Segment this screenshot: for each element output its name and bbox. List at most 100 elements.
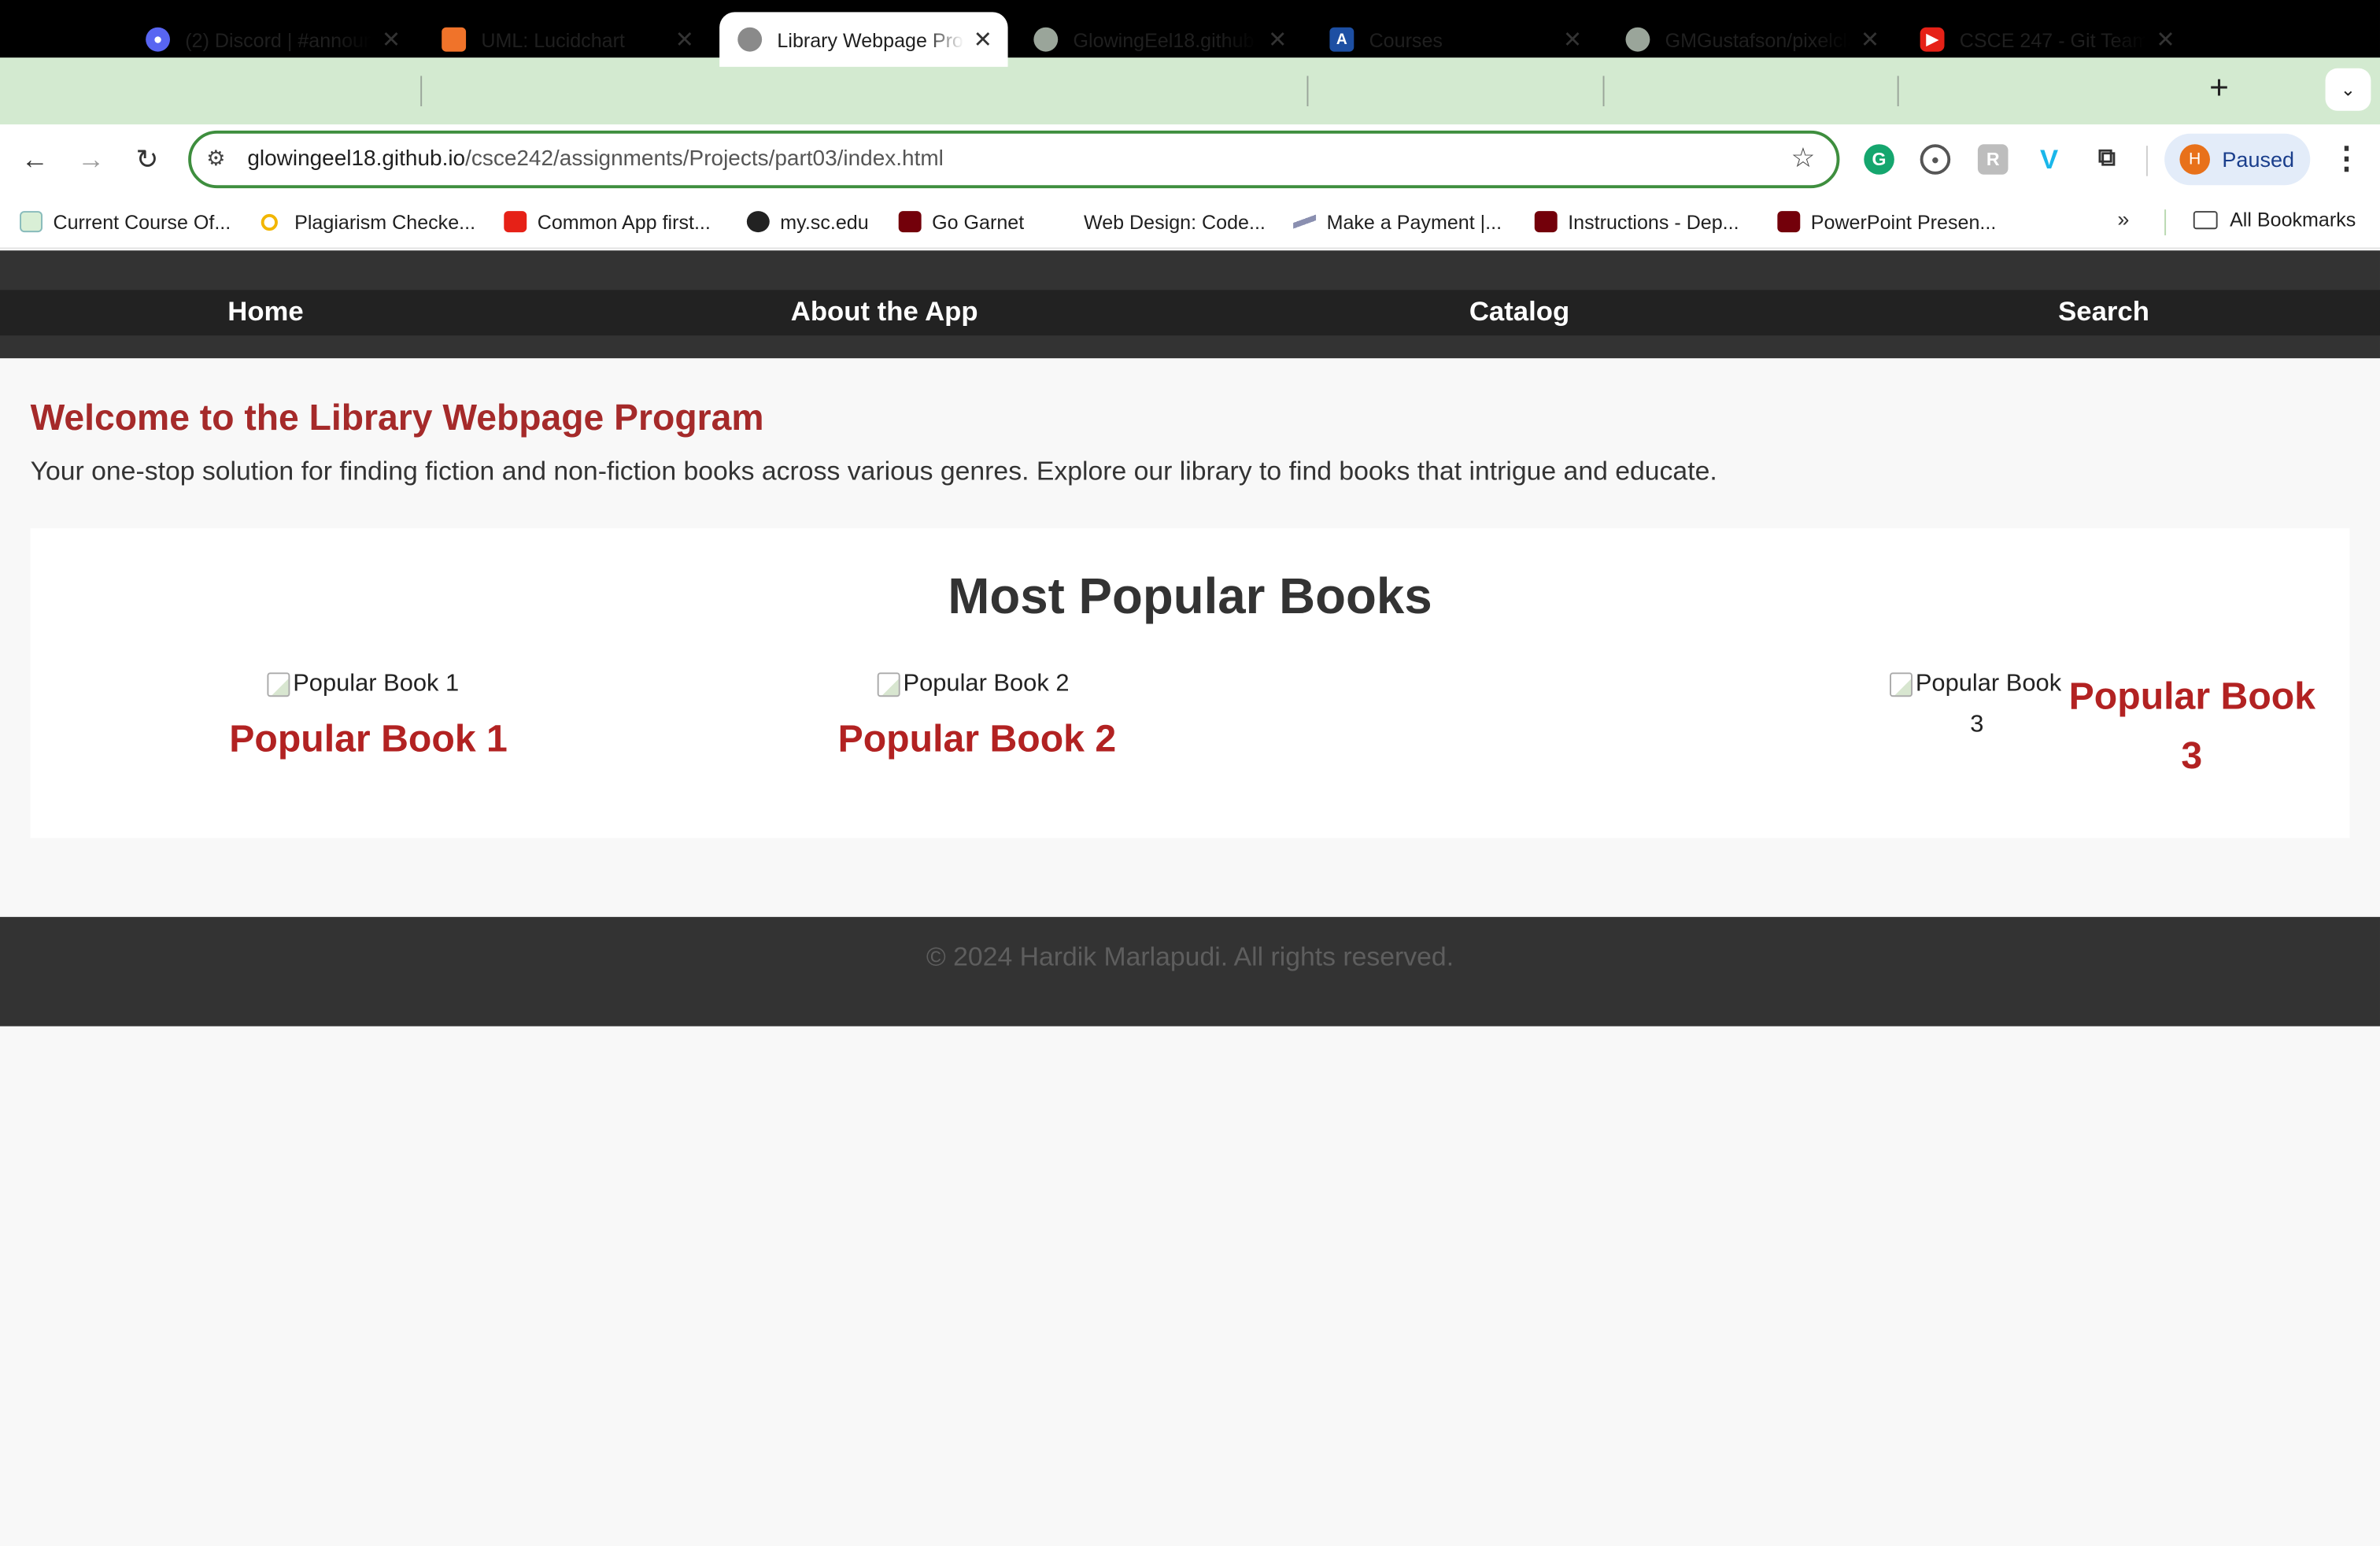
tab-separator (1306, 76, 1309, 106)
bookmarks-bar: Current Course Of... Plagiarism Checke..… (0, 194, 2380, 250)
close-icon[interactable]: ✕ (1266, 26, 1288, 54)
bookmark-label: Web Design: Code... (1083, 210, 1266, 234)
profile-status: Paused (2222, 147, 2295, 172)
reload-icon[interactable]: ↻ (128, 139, 167, 179)
avatar: H (2179, 144, 2210, 175)
kebab-menu-icon[interactable]: ⋮ (2331, 139, 2362, 179)
bookmark-my-sc-edu[interactable]: my.sc.edu (746, 208, 869, 235)
bookmark-web-design[interactable]: Web Design: Code... (1084, 208, 1266, 235)
toolbar-separator (2145, 146, 2148, 176)
all-bookmarks-button[interactable]: All Bookmarks (2193, 208, 2356, 231)
nav-catalog-link[interactable]: Catalog (1469, 296, 1569, 327)
bookmark-instructions[interactable]: Instructions - Dep... (1534, 208, 1739, 235)
bookmark-go-garnet[interactable]: Go Garnet (898, 208, 1025, 235)
bookmark-powerpoint[interactable]: PowerPoint Presen... (1777, 208, 1996, 235)
tab-discord[interactable]: ● (2) Discord | #announcements ✕ (128, 12, 416, 66)
search-icon (261, 213, 278, 231)
tab-youtube-csce247[interactable]: ▶ CSCE 247 - Git Team Tutorial ✕ (1901, 12, 2190, 66)
tab-title: GlowingEel18.github.io (1073, 28, 1258, 51)
popular-books-section: Most Popular Books Popular Book 1 Popula… (30, 528, 2350, 838)
nav-home-link[interactable]: Home (227, 296, 303, 327)
globe-icon (746, 211, 770, 233)
usc-icon (898, 211, 922, 233)
nav-search-link[interactable]: Search (2058, 296, 2149, 327)
tab-github-pixelclass[interactable]: GMGustafson/pixelclass ✕ (1607, 12, 1895, 66)
extension-circle-icon[interactable]: ● (1920, 144, 1951, 175)
github-icon (1625, 27, 1650, 52)
bookmark-plagiarism[interactable]: Plagiarism Checke... (261, 208, 475, 235)
new-tab-button[interactable]: + (2201, 69, 2237, 106)
tab-strip (0, 57, 2380, 125)
url-path: /csce242/assignments/Projects/part03/ind… (465, 147, 944, 172)
broken-image-icon (1890, 672, 1913, 697)
extension-gray-icon[interactable]: R (1977, 144, 2009, 175)
all-bookmarks-label: All Bookmarks (2230, 208, 2356, 231)
bookmark-label: Common App first... (537, 210, 711, 234)
bookmark-label: Make a Payment |... (1326, 210, 1502, 234)
broken-image-icon (877, 672, 900, 697)
bookmark-label: Current Course Of... (53, 210, 231, 234)
image-alt-text: Popular Book 1 (293, 671, 460, 697)
folder-icon (2193, 210, 2218, 229)
page-title: Welcome to the Library Webpage Program (30, 398, 764, 439)
close-icon[interactable]: ✕ (1860, 26, 1881, 54)
courses-icon: A (1329, 27, 1354, 52)
book-image-3[interactable]: Popular Book (1890, 671, 2061, 698)
tab-github-pages[interactable]: GlowingEel18.github.io ✕ (1015, 12, 1303, 66)
close-icon[interactable]: ✕ (382, 26, 401, 54)
tab-title: GMGustafson/pixelclass (1665, 28, 1850, 51)
grammarly-icon[interactable]: G (1864, 144, 1894, 175)
book-title-3-line2[interactable]: 3 (2181, 734, 2202, 779)
bookmark-label: PowerPoint Presen... (1810, 210, 1997, 234)
extensions-puzzle-icon[interactable]: ⧉ (2092, 144, 2123, 175)
tab-title: Library Webpage Program (777, 28, 963, 51)
book-image-2[interactable]: Popular Book 2 (877, 671, 1069, 698)
globe-icon (737, 27, 763, 52)
usc-icon (1534, 211, 1558, 233)
usc-icon (1777, 211, 1801, 233)
intro-text: Your one-stop solution for finding ficti… (30, 455, 1717, 486)
nav-about-link[interactable]: About the App (791, 296, 978, 327)
close-icon[interactable]: ✕ (672, 26, 697, 54)
bookmarks-separator (2164, 209, 2167, 235)
book-title-3[interactable]: Popular Book (2069, 675, 2315, 719)
address-bar[interactable]: ⚙ glowingeel18.github.io/csce242/assignm… (188, 130, 1840, 189)
bookmark-current-course[interactable]: Current Course Of... (20, 208, 231, 235)
github-icon (1033, 27, 1059, 52)
forward-icon[interactable]: → (72, 139, 111, 179)
address-url[interactable]: glowingeel18.github.io/csce242/assignmen… (247, 147, 944, 172)
tab-separator (1897, 76, 1899, 106)
tab-courses[interactable]: A Courses ✕ (1311, 12, 1599, 66)
tab-search-button[interactable]: ⌄ (2325, 68, 2371, 111)
back-icon[interactable]: ← (15, 139, 54, 179)
tab-title: CSCE 247 - Git Team Tutorial (1959, 28, 2147, 51)
profile-button[interactable]: H Paused (2164, 133, 2311, 186)
web-page: Home About the App Catalog Search Welcom… (0, 250, 2380, 1546)
bookmark-star-icon[interactable]: ☆ (1791, 142, 1815, 174)
book-image-1[interactable]: Popular Book 1 (267, 671, 459, 698)
image-alt-text: Popular Book (1915, 671, 2062, 697)
close-icon[interactable]: ✕ (973, 26, 992, 54)
book-title-1[interactable]: Popular Book 1 (229, 718, 508, 762)
bookmark-common-app[interactable]: Common App first... (504, 208, 711, 235)
bookmark-label: my.sc.edu (780, 210, 869, 234)
copyright-text: © 2024 Hardik Marlapudi. All rights rese… (926, 941, 1454, 972)
tab-title: (2) Discord | #announcements (185, 28, 373, 51)
bookmark-label: Instructions - Dep... (1568, 210, 1739, 234)
discord-icon: ● (146, 27, 170, 52)
book-title-2[interactable]: Popular Book 2 (838, 718, 1117, 762)
site-footer: © 2024 Hardik Marlapudi. All rights rese… (0, 916, 2380, 1026)
tab-separator (420, 76, 423, 106)
youtube-icon (504, 211, 527, 233)
bookmark-make-payment[interactable]: Make a Payment |... (1293, 208, 1502, 235)
course-icon (20, 211, 42, 233)
close-icon[interactable]: ✕ (2156, 26, 2175, 54)
bookmark-label: Go Garnet (932, 210, 1025, 234)
tab-lucidchart[interactable]: UML: Lucidchart ✕ (423, 12, 711, 66)
site-info-icon[interactable]: ⚙ (206, 146, 225, 172)
close-icon[interactable]: ✕ (1561, 26, 1585, 54)
tab-library-webpage[interactable]: Library Webpage Program ✕ (719, 12, 1008, 67)
bookmarks-overflow-icon[interactable]: » (2117, 206, 2129, 231)
vimeo-icon[interactable]: V (2034, 144, 2064, 175)
payment-icon (1293, 211, 1317, 233)
